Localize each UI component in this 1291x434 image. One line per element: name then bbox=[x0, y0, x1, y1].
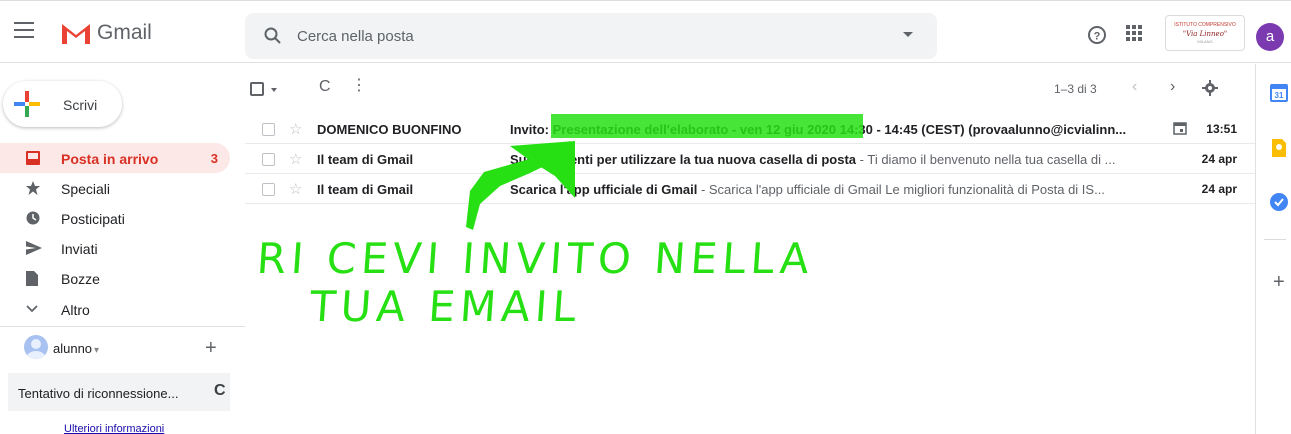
compose-button[interactable]: Scrivi bbox=[3, 81, 122, 127]
sidebar-item-label: Speciali bbox=[61, 181, 111, 197]
caret-down-icon: ▾ bbox=[94, 345, 100, 356]
organization-logo[interactable]: ISTITUTO COMPRENSIVO "Via Linneo" MILANO bbox=[1165, 15, 1245, 51]
email-subject: Invito: Presentazione dell'elaborato - v… bbox=[510, 122, 1127, 137]
add-contact-icon[interactable]: + bbox=[205, 337, 217, 360]
hangouts-user[interactable]: alunno ▾ bbox=[53, 341, 99, 356]
email-subject: Suggerimenti per utilizzare la tua nuova… bbox=[510, 152, 857, 167]
email-row[interactable]: ☆ Il team di Gmail Suggerimenti per util… bbox=[245, 144, 1255, 174]
row-checkbox[interactable] bbox=[262, 183, 275, 196]
send-icon bbox=[26, 241, 42, 255]
email-sender: Il team di Gmail bbox=[317, 182, 414, 197]
handwritten-annotation-line2: TUA EMAIL bbox=[308, 282, 583, 331]
star-icon[interactable]: ☆ bbox=[289, 120, 302, 138]
email-preview: Suggerimenti per utilizzare la tua nuova… bbox=[510, 152, 1135, 167]
email-row[interactable]: ☆ Il team di Gmail Scarica l'app ufficia… bbox=[245, 174, 1255, 204]
svg-text:?: ? bbox=[1094, 31, 1101, 43]
settings-icon[interactable] bbox=[1202, 80, 1218, 96]
email-list: ☆ DOMENICO BUONFINO Invito: Presentazion… bbox=[245, 114, 1255, 204]
divider bbox=[0, 326, 245, 327]
inbox-icon bbox=[26, 151, 40, 165]
keep-app-icon[interactable] bbox=[1272, 139, 1286, 157]
more-info-link[interactable]: Ulteriori informazioni bbox=[64, 423, 164, 434]
select-all-checkbox[interactable] bbox=[250, 82, 264, 96]
search-options-icon[interactable] bbox=[903, 32, 913, 37]
handwritten-annotation-line1: RI CEVI INVITO NELLA bbox=[255, 234, 816, 283]
sidebar-item-label: Posta in arrivo bbox=[61, 151, 159, 167]
draft-icon bbox=[26, 271, 38, 286]
search-icon[interactable] bbox=[263, 26, 283, 46]
next-page-icon[interactable]: › bbox=[1170, 78, 1175, 96]
reconnect-icon[interactable]: C bbox=[214, 382, 226, 400]
user-name-label: alunno bbox=[53, 341, 93, 356]
sidebar-item-starred[interactable]: Speciali bbox=[0, 173, 230, 203]
calendar-icon bbox=[1173, 122, 1187, 135]
sidebar-item-label: Posticipati bbox=[61, 211, 125, 227]
org-logo-line2: "Via Linneo" bbox=[1182, 30, 1228, 38]
add-addon-icon[interactable]: + bbox=[1273, 271, 1285, 294]
star-icon[interactable]: ☆ bbox=[289, 150, 302, 168]
svg-text:31: 31 bbox=[1275, 91, 1284, 100]
org-logo-line1: ISTITUTO COMPRENSIVO bbox=[1174, 22, 1236, 28]
sidebar-item-label: Inviati bbox=[61, 241, 98, 257]
chevron-down-icon bbox=[26, 305, 38, 313]
sidebar-item-more[interactable]: Altro bbox=[0, 294, 230, 324]
select-options-icon[interactable] bbox=[271, 88, 277, 92]
email-row[interactable]: ☆ DOMENICO BUONFINO Invito: Presentazion… bbox=[245, 114, 1255, 144]
star-icon bbox=[26, 181, 40, 195]
pagination-count: 1–3 di 3 bbox=[1054, 82, 1097, 96]
email-sender: DOMENICO BUONFINO bbox=[317, 122, 462, 137]
apps-grid-icon[interactable] bbox=[1125, 24, 1143, 42]
compose-label: Scrivi bbox=[63, 97, 98, 113]
star-icon[interactable]: ☆ bbox=[289, 180, 302, 198]
account-avatar[interactable]: a bbox=[1256, 23, 1284, 51]
row-checkbox[interactable] bbox=[262, 123, 275, 136]
side-panel: 31 + bbox=[1255, 64, 1291, 434]
divider bbox=[1264, 239, 1286, 240]
app-name[interactable]: Gmail bbox=[97, 21, 152, 45]
top-header: Gmail ? ISTITUTO COMPRENSIVO "Via Linneo… bbox=[0, 1, 1291, 63]
search-bar bbox=[245, 13, 937, 59]
reconnect-status: Tentativo di riconnessione... bbox=[18, 386, 179, 401]
gmail-logo-icon[interactable] bbox=[60, 20, 92, 44]
sidebar-item-label: Bozze bbox=[61, 271, 100, 287]
email-snippet: - Scarica l'app ufficiale di Gmail Le mi… bbox=[697, 182, 1105, 197]
person-icon bbox=[27, 339, 45, 359]
row-checkbox[interactable] bbox=[262, 153, 275, 166]
message-toolbar: C ⋮ 1–3 di 3 ‹ › bbox=[245, 64, 1255, 114]
email-sender: Il team di Gmail bbox=[317, 152, 414, 167]
email-preview: Invito: Presentazione dell'elaborato - v… bbox=[510, 122, 1135, 137]
unread-count: 3 bbox=[210, 151, 218, 166]
calendar-app-icon[interactable]: 31 bbox=[1270, 84, 1288, 102]
sidebar-item-snoozed[interactable]: Posticipati bbox=[0, 203, 230, 233]
email-subject: Scarica l'app ufficiale di Gmail bbox=[510, 182, 698, 197]
sidebar: Scrivi Posta in arrivo 3 Speciali Postic… bbox=[0, 64, 245, 434]
email-date: 13:51 bbox=[1206, 122, 1237, 136]
more-options-icon[interactable]: ⋮ bbox=[351, 78, 367, 94]
refresh-icon[interactable]: C bbox=[319, 78, 331, 96]
prev-page-icon[interactable]: ‹ bbox=[1132, 78, 1137, 96]
email-preview: Scarica l'app ufficiale di Gmail - Scari… bbox=[510, 182, 1135, 197]
sidebar-item-drafts[interactable]: Bozze bbox=[0, 263, 230, 293]
help-icon[interactable]: ? bbox=[1087, 25, 1107, 45]
compose-plus-icon bbox=[14, 91, 40, 117]
main-menu-icon[interactable] bbox=[14, 22, 34, 38]
tasks-app-icon[interactable] bbox=[1270, 193, 1288, 211]
email-snippet: - Ti diamo il benvenuto nella tua casell… bbox=[856, 152, 1116, 167]
sidebar-item-label: Altro bbox=[61, 302, 90, 318]
sidebar-item-inbox[interactable]: Posta in arrivo 3 bbox=[0, 143, 230, 173]
search-input[interactable] bbox=[297, 13, 857, 59]
org-logo-line3: MILANO bbox=[1197, 39, 1213, 44]
email-date: 24 apr bbox=[1201, 182, 1237, 196]
sidebar-item-sent[interactable]: Inviati bbox=[0, 233, 230, 263]
email-date: 24 apr bbox=[1201, 152, 1237, 166]
user-avatar[interactable] bbox=[24, 335, 48, 359]
clock-icon bbox=[26, 211, 40, 225]
